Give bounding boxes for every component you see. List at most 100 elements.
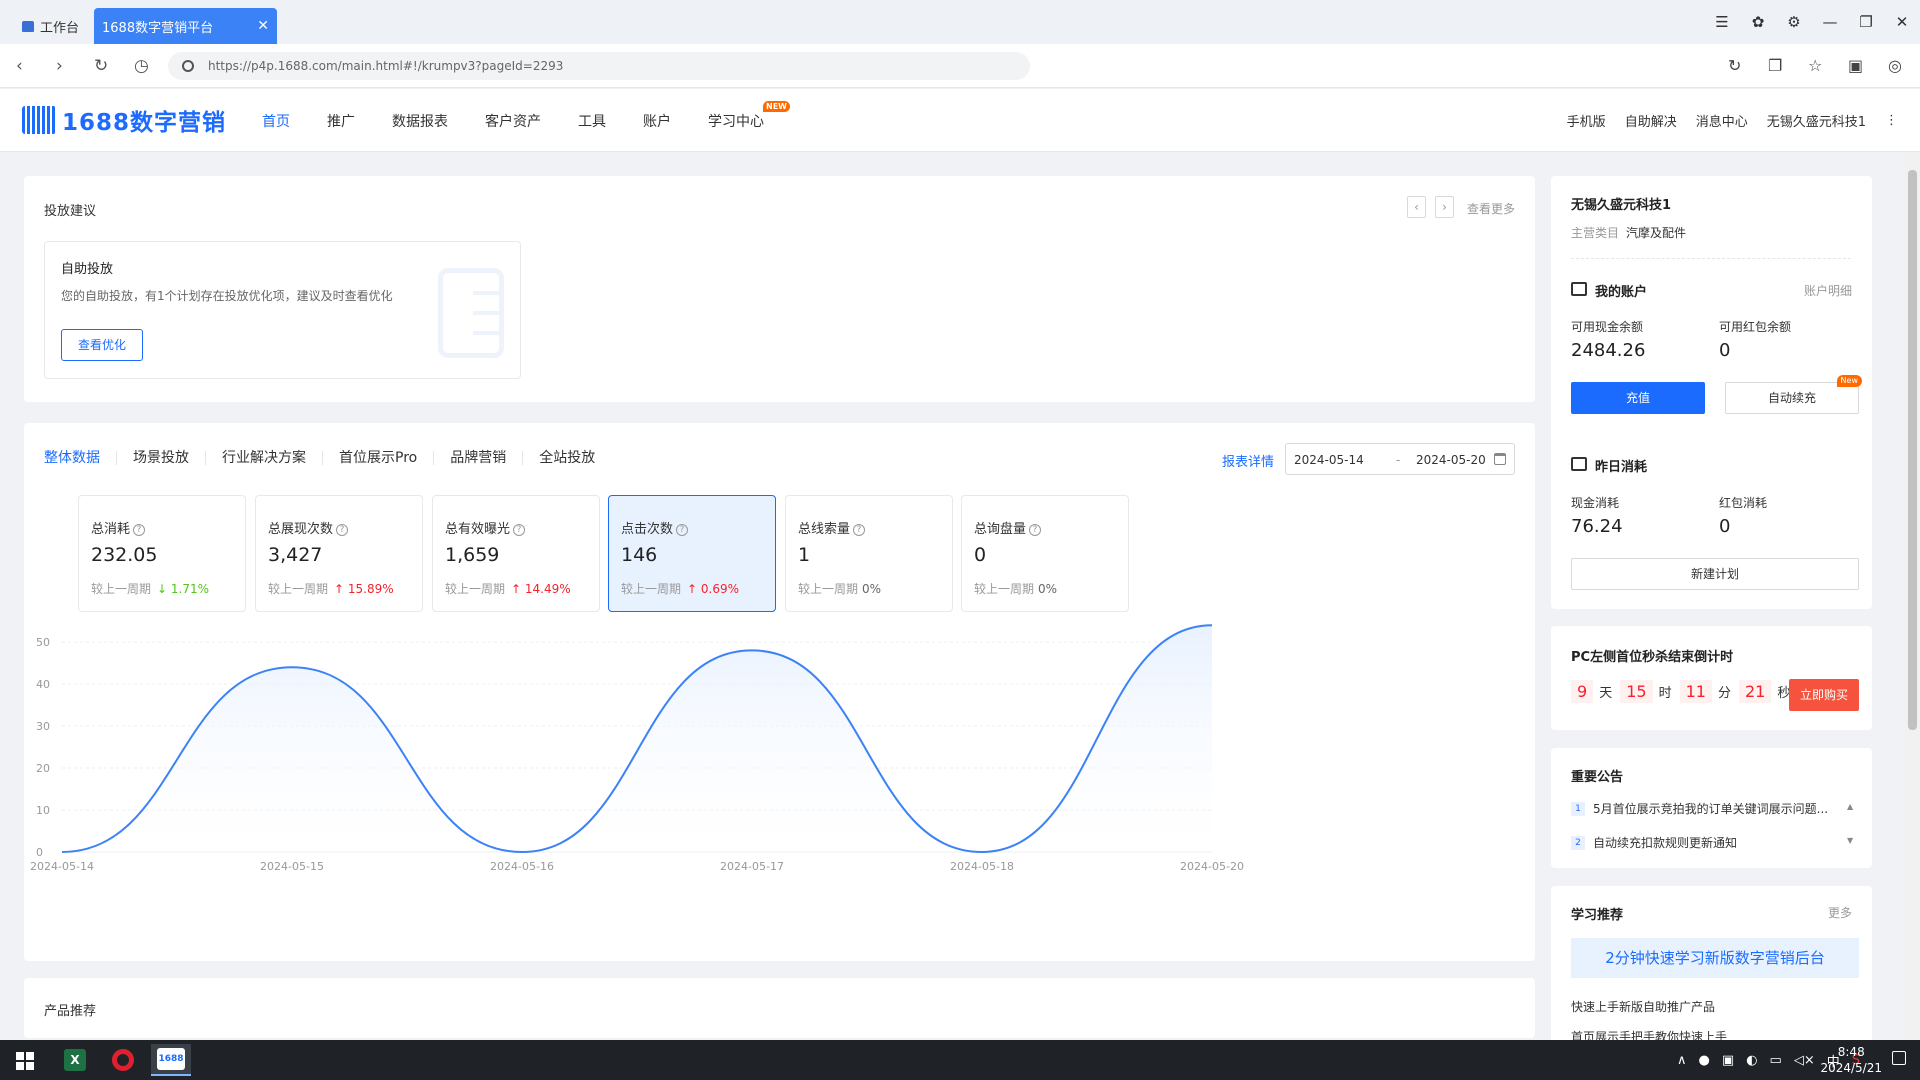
compare-label: 较上一周期 <box>974 582 1035 596</box>
account-card: 无锡久盛元科技1 主营类目 汽摩及配件 我的账户 账户明细 可用现金余额 248… <box>1551 176 1872 609</box>
logo-mark-icon <box>22 106 56 134</box>
report-detail-link[interactable]: 报表详情 <box>1222 451 1274 470</box>
windows-start-icon[interactable] <box>16 1052 34 1070</box>
nav-data-report[interactable]: 数据报表 <box>392 111 448 131</box>
restore-icon[interactable]: ❐ <box>1848 13 1884 31</box>
countdown-card: PC左侧首位秒杀结束倒计时 9天 15 时 11 分 21 秒 立即购买 <box>1551 626 1872 730</box>
minimize-icon[interactable]: — <box>1812 13 1848 31</box>
page-scrollbar[interactable] <box>1905 152 1920 1040</box>
scroll-down-icon[interactable]: ▼ <box>1847 836 1853 845</box>
ticket-icon <box>1571 457 1587 471</box>
metric-card-selected[interactable]: 点击次数? 146 较上一周期 ↑ 0.69% <box>608 495 776 612</box>
nav-learning-center[interactable]: 学习中心 NEW <box>708 100 790 131</box>
tab-scene[interactable]: 场景投放 <box>117 451 206 465</box>
tab-brand[interactable]: 品牌营销 <box>434 451 524 465</box>
metric-change: ↑ 14.49% <box>511 582 571 596</box>
settings-icon[interactable]: ⚙ <box>1776 13 1812 31</box>
new-plan-button[interactable]: 新建计划 <box>1571 558 1859 590</box>
self-help-link[interactable]: 自助解决 <box>1625 111 1677 130</box>
nav-customer-assets[interactable]: 客户资产 <box>485 111 541 131</box>
tab-workbench[interactable]: 工作台 <box>22 8 92 44</box>
user-name-link[interactable]: 无锡久盛元科技1 <box>1767 111 1866 130</box>
metric-card[interactable]: 总消耗? 232.05 较上一周期 ↓ 1.71% <box>78 495 246 612</box>
account-detail-link[interactable]: 账户明细 <box>1804 282 1852 299</box>
nav-home[interactable]: 首页 <box>262 111 290 131</box>
tray-expand-icon[interactable]: ∧ <box>1677 1053 1687 1068</box>
notification-icon[interactable] <box>1892 1051 1906 1065</box>
learning-card: 学习推荐 更多 2分钟快速学习新版数字营销后台 快速上手新版自助推广产品 首页展… <box>1551 886 1872 1046</box>
metric-change: 0% <box>1038 582 1058 596</box>
tab-1688-marketing[interactable]: 1688数字营销平台 ✕ <box>94 8 277 44</box>
prev-icon[interactable]: ‹ <box>1407 196 1426 218</box>
url-field[interactable]: https://p4p.1688.com/main.html#!/krumpv3… <box>168 52 1030 80</box>
metric-card[interactable]: 总询盘量? 0 较上一周期 0% <box>961 495 1129 612</box>
more-menu-icon[interactable]: ⋮ <box>1885 113 1898 128</box>
message-center-link[interactable]: 消息中心 <box>1696 111 1748 130</box>
auto-recharge-label: 自动续充 <box>1767 391 1816 405</box>
view-optimization-button[interactable]: 查看优化 <box>61 329 143 361</box>
tray-1688-icon[interactable]: ▣ <box>1722 1053 1734 1068</box>
site-header: 1688数字营销 首页 推广 数据报表 客户资产 工具 账户 学习中心 NEW … <box>0 89 1920 152</box>
tab-top-display-pro[interactable]: 首位展示Pro <box>323 451 435 465</box>
metric-value: 1 <box>798 544 811 566</box>
extensions-icon[interactable]: ✿ <box>1740 13 1776 31</box>
tab-overall-data[interactable]: 整体数据 <box>44 451 117 465</box>
metric-card[interactable]: 总线索量? 1 较上一周期 0% <box>785 495 953 612</box>
clock[interactable]: 8:48 2024/5/21 <box>1820 1044 1882 1076</box>
app-1688[interactable]: 1688 <box>151 1044 191 1076</box>
series-area <box>62 625 1212 852</box>
metric-card[interactable]: 总展现次数? 3,427 较上一周期 ↑ 15.89% <box>255 495 423 612</box>
tab-full-site[interactable]: 全站投放 <box>523 451 611 465</box>
see-more-link[interactable]: 查看更多 <box>1467 200 1515 217</box>
excel-icon: X <box>64 1049 86 1071</box>
next-icon[interactable]: › <box>1435 196 1454 218</box>
recharge-button[interactable]: 充值 <box>1571 382 1705 414</box>
reload-icon[interactable]: ↻ <box>94 56 108 76</box>
excel-app[interactable]: X <box>55 1044 95 1076</box>
hours-unit: 时 <box>1658 686 1672 701</box>
countdown-hours: 15 <box>1620 680 1653 703</box>
date-range-picker[interactable]: 2024-05-14 - 2024-05-20 <box>1285 443 1515 475</box>
volume-muted-icon[interactable]: ◁× <box>1794 1053 1815 1068</box>
back-icon[interactable]: ‹ <box>16 56 23 76</box>
x-tick-label: 2024-05-14 <box>30 860 94 873</box>
downloads-icon[interactable]: ◎ <box>1888 56 1902 75</box>
copy-icon[interactable]: ❐ <box>1768 56 1782 75</box>
nav-account[interactable]: 账户 <box>643 111 671 131</box>
history-icon[interactable]: ◷ <box>134 56 149 76</box>
nav-tools[interactable]: 工具 <box>578 111 606 131</box>
window-close-icon[interactable]: ✕ <box>1884 13 1920 31</box>
forward-icon[interactable]: › <box>56 56 63 76</box>
notes-icon[interactable]: ☰ <box>1704 13 1740 31</box>
scroll-up-icon[interactable]: ▲ <box>1847 802 1853 811</box>
tray-app-icon[interactable]: ● <box>1699 1053 1710 1068</box>
tray-wechat-icon[interactable]: ◐ <box>1746 1053 1757 1068</box>
cash-value: 2484.26 <box>1571 340 1646 361</box>
learn-banner[interactable]: 2分钟快速学习新版数字营销后台 <box>1571 938 1859 978</box>
star-icon[interactable]: ☆ <box>1808 56 1822 75</box>
metric-change: ↓ 1.71% <box>157 582 210 596</box>
buy-now-button[interactable]: 立即购买 <box>1789 679 1859 711</box>
opera-app[interactable] <box>103 1044 143 1076</box>
compare-label: 较上一周期 <box>268 582 329 596</box>
mobile-link[interactable]: 手机版 <box>1567 111 1606 130</box>
auto-recharge-button[interactable]: 自动续充 New <box>1725 375 1862 414</box>
logo[interactable]: 1688数字营销 <box>22 103 226 137</box>
notice-item[interactable]: 1 5月首位展示竞拍我的订单关键词展示问题... <box>1571 800 1828 817</box>
category-label: 主营类目 <box>1571 226 1620 240</box>
nav-promotion[interactable]: 推广 <box>327 111 355 131</box>
tab-industry[interactable]: 行业解决方案 <box>206 451 323 465</box>
refresh-page-icon[interactable]: ↻ <box>1728 56 1741 75</box>
metric-card[interactable]: 总有效曝光? 1,659 较上一周期 ↑ 14.49% <box>432 495 600 612</box>
network-icon[interactable]: ▭ <box>1770 1053 1782 1068</box>
cash-spend-label: 现金消耗 <box>1571 496 1620 510</box>
x-tick-label: 2024-05-17 <box>720 860 784 873</box>
close-icon[interactable]: ✕ <box>257 18 269 34</box>
click-trend-chart[interactable]: 0 10 20 30 40 50 2024-05-14 2024-05-15 2024-05-1… <box>24 623 1535 953</box>
learn-item[interactable]: 快速上手新版自助推广产品 <box>1571 998 1715 1015</box>
learn-more-link[interactable]: 更多 <box>1828 904 1852 921</box>
scrollbar-thumb[interactable] <box>1908 170 1917 730</box>
notice-index: 1 <box>1571 801 1585 816</box>
notice-item[interactable]: 2 自动续充扣款规则更新通知 <box>1571 834 1737 851</box>
bookmark-icon[interactable]: ▣ <box>1848 56 1863 75</box>
